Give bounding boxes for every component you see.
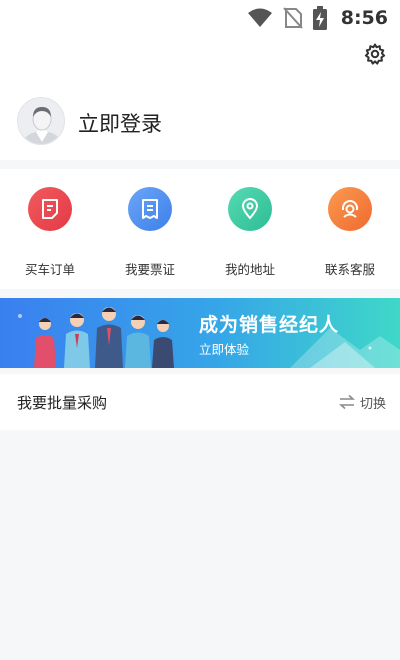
bulk-purchase-row: 我要批量采购 切换 <box>0 374 400 430</box>
login-link[interactable]: 立即登录 <box>78 108 162 138</box>
status-bar: 8:56 <box>0 0 400 36</box>
menu-item-customer-service[interactable]: 联系客服 <box>300 169 400 289</box>
status-time: 8:56 <box>340 7 388 29</box>
menu-item-car-orders[interactable]: 买车订单 <box>0 169 100 289</box>
menu-item-address[interactable]: 我的地址 <box>200 169 300 289</box>
menu-item-tickets[interactable]: 我要票证 <box>100 169 200 289</box>
switch-button[interactable]: 切换 <box>338 393 386 412</box>
menu-label: 买车订单 <box>24 262 75 277</box>
order-icon <box>28 187 72 231</box>
menu-label: 联系客服 <box>324 262 375 277</box>
sales-agent-banner[interactable]: 成为销售经纪人 立即体验 <box>0 298 400 368</box>
banner-subtitle: 立即体验 <box>199 342 250 357</box>
avatar[interactable] <box>17 97 65 145</box>
customer-service-icon <box>328 187 372 231</box>
no-sim-icon <box>282 7 303 29</box>
bulk-purchase-title: 我要批量采购 <box>17 393 108 412</box>
quick-menu: 买车订单 我要票证 我的地址 联系客服 <box>0 169 400 289</box>
gear-icon <box>364 43 386 65</box>
banner-title: 成为销售经纪人 <box>199 314 340 336</box>
battery-charging-icon <box>312 6 327 30</box>
ticket-icon <box>128 187 172 231</box>
switch-label: 切换 <box>359 396 386 412</box>
profile-header: 立即登录 <box>0 36 400 160</box>
settings-button[interactable] <box>363 42 387 66</box>
user-silhouette-icon <box>18 98 64 144</box>
menu-label: 我的地址 <box>224 262 275 277</box>
swap-arrows-icon <box>338 394 355 410</box>
menu-label: 我要票证 <box>124 262 175 277</box>
location-pin-icon <box>228 187 272 231</box>
wifi-icon <box>247 8 273 28</box>
